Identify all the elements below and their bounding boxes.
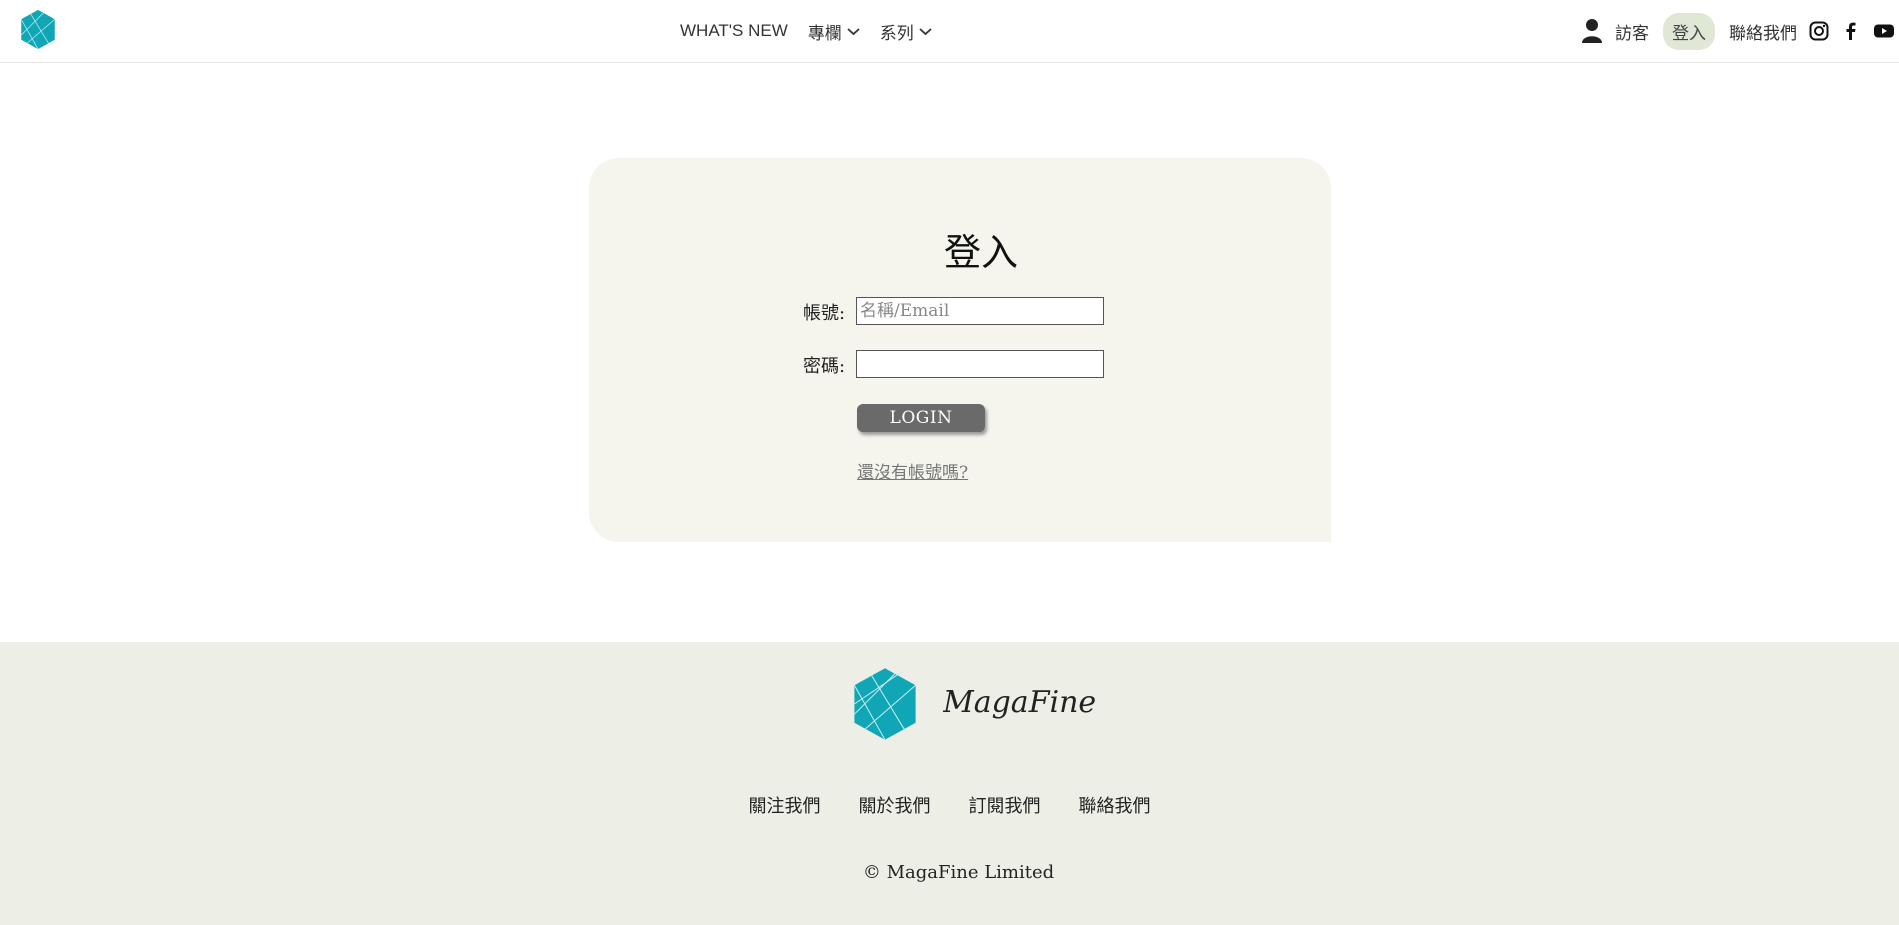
- nav-whats-new-label: WHAT'S NEW: [680, 21, 788, 40]
- password-input[interactable]: [856, 350, 1104, 378]
- nav-columns-label: 專欄: [807, 23, 842, 44]
- magafine-wordmark-logo: MagaFine: [943, 685, 1096, 720]
- nav-whats-new[interactable]: WHAT'S NEW: [680, 21, 788, 41]
- nav-series-label: 系列: [879, 23, 914, 44]
- footer-link-about[interactable]: 關於我們: [859, 792, 931, 818]
- user-icon[interactable]: [1581, 18, 1603, 44]
- guest-label[interactable]: 訪客: [1615, 19, 1649, 44]
- footer-link-contact[interactable]: 聯絡我們: [1079, 792, 1151, 818]
- svg-text:MagaFine: MagaFine: [943, 685, 1096, 720]
- facebook-icon[interactable]: [1841, 21, 1861, 41]
- login-nav-button[interactable]: 登入: [1663, 12, 1715, 50]
- chevron-down-icon: [847, 27, 860, 35]
- site-footer: MagaFine 關注我們 關於我們 訂閱我們 聯絡我們 © MagaFine …: [0, 642, 1899, 925]
- register-link[interactable]: 還沒有帳號嗎?: [857, 458, 968, 483]
- account-label: 帳號:: [803, 303, 846, 324]
- chevron-down-icon: [919, 27, 932, 35]
- login-title: 登入: [944, 231, 1018, 274]
- footer-link-subscribe[interactable]: 訂閱我們: [969, 792, 1041, 818]
- instagram-icon[interactable]: [1809, 21, 1829, 41]
- nav-columns[interactable]: 專欄: [808, 19, 860, 44]
- main-nav: WHAT'S NEW 專欄 系列: [680, 0, 952, 62]
- hexagon-logo-icon[interactable]: [19, 9, 57, 50]
- copyright-text: © MagaFine Limited: [862, 862, 1055, 883]
- youtube-icon[interactable]: [1873, 21, 1895, 41]
- login-card: 登入 帳號: 密碼: LOGIN 還沒有帳號嗎?: [589, 158, 1331, 542]
- site-header: WHAT'S NEW 專欄 系列 訪客 登入 聯絡我們: [0, 0, 1899, 63]
- account-input[interactable]: [856, 297, 1104, 325]
- hexagon-logo-icon: [853, 668, 916, 740]
- header-right: 訪客 登入 聯絡我們: [1581, 0, 1899, 62]
- password-label: 密碼:: [803, 356, 846, 377]
- footer-link-follow[interactable]: 關注我們: [749, 792, 821, 818]
- footer-links: 關注我們 關於我們 訂閱我們 聯絡我們: [0, 792, 1899, 818]
- login-button[interactable]: LOGIN: [857, 404, 985, 432]
- nav-series[interactable]: 系列: [880, 19, 932, 44]
- contact-nav-link[interactable]: 聯絡我們: [1729, 19, 1797, 44]
